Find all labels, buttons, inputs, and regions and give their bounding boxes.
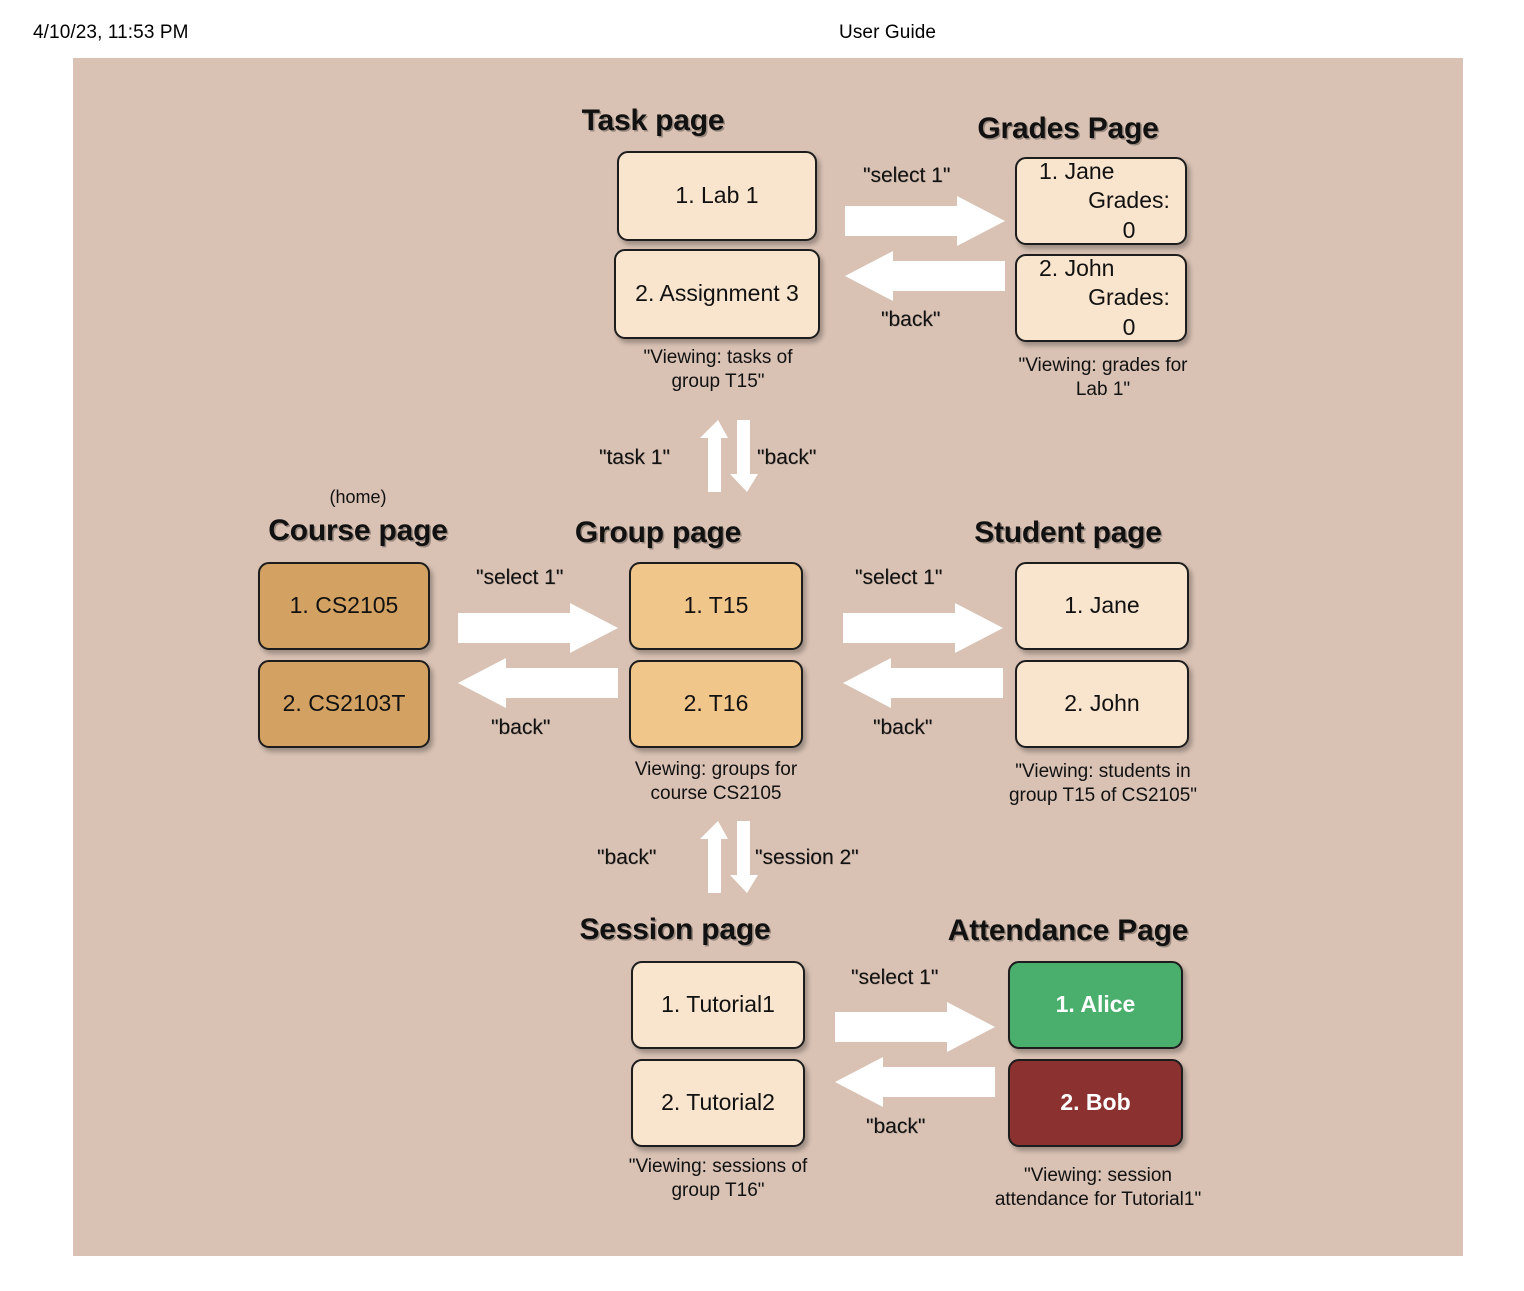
course-item-cs2103t-label: 2. CS2103T: [282, 690, 406, 717]
task-page-caption: "Viewing: tasks of group T15": [643, 347, 793, 392]
session-item-tutorial1-label: 1. Tutorial1: [661, 991, 775, 1018]
label-group-to-task-up: "task 1": [599, 446, 670, 469]
task-item-lab1[interactable]: 1. Lab 1: [617, 151, 817, 241]
label-course-to-group-select: "select 1": [476, 566, 564, 589]
navigation-diagram-panel: Task page 1. Lab 1 2. Assignment 3 "View…: [73, 58, 1463, 1256]
print-date: 4/10/23, 11:53 PM: [33, 22, 189, 43]
arrow-session-to-group-vertical-icon: [700, 821, 758, 893]
group-page-title: Group page: [574, 516, 742, 549]
course-item-cs2105[interactable]: 1. CS2105: [258, 562, 430, 650]
course-item-cs2105-label: 1. CS2105: [289, 592, 399, 619]
student-page-caption: "Viewing: students in group T15 of CS210…: [1008, 761, 1198, 806]
session-item-tutorial2[interactable]: 2. Tutorial2: [631, 1059, 805, 1147]
course-page-title: Course page: [268, 514, 448, 547]
task-page-title: Task page: [581, 104, 725, 137]
student-item-jane[interactable]: 1. Jane: [1015, 562, 1189, 650]
grades-item-jane[interactable]: 1. Jane Grades: 0: [1015, 157, 1187, 245]
group-item-t15-label: 1. T15: [683, 592, 749, 619]
document-title: User Guide: [839, 22, 937, 43]
group-page-caption: Viewing: groups for course CS2105: [634, 759, 798, 804]
label-group-to-student-select: "select 1": [855, 566, 943, 589]
print-page: 4/10/23, 11:53 PM User Guide Task page 1…: [0, 0, 1524, 1291]
grades-page-caption: "Viewing: grades for Lab 1": [1018, 355, 1188, 400]
label-session-to-attendance-select: "select 1": [851, 966, 939, 989]
session-item-tutorial1[interactable]: 1. Tutorial1: [631, 961, 805, 1049]
grades-item-john-score: Grades: 0: [1088, 284, 1170, 340]
student-page-title: Student page: [974, 516, 1162, 549]
course-item-cs2103t[interactable]: 2. CS2103T: [258, 660, 430, 748]
course-page-home-label: (home): [329, 487, 387, 507]
grades-page-title: Grades Page: [977, 112, 1159, 145]
label-task-to-grades-select: "select 1": [863, 164, 951, 187]
group-item-t16[interactable]: 2. T16: [629, 660, 803, 748]
session-page-caption: "Viewing: sessions of group T16": [628, 1156, 808, 1201]
arrow-task-to-grades-icon: [845, 196, 1005, 301]
label-group-to-session-down: "session 2": [755, 846, 859, 869]
attendance-item-bob[interactable]: 2. Bob: [1008, 1059, 1183, 1147]
task-item-assignment3[interactable]: 2. Assignment 3: [614, 249, 820, 339]
student-item-jane-label: 1. Jane: [1064, 592, 1140, 619]
attendance-page-caption: "Viewing: session attendance for Tutoria…: [994, 1165, 1202, 1210]
attendance-item-bob-label: 2. Bob: [1060, 1089, 1131, 1116]
grades-item-jane-score: Grades: 0: [1088, 187, 1170, 243]
task-item-assignment3-label: 2. Assignment 3: [635, 280, 799, 307]
group-item-t15[interactable]: 1. T15: [629, 562, 803, 650]
arrow-session-to-attendance-icon: [835, 1002, 995, 1107]
label-grades-to-task-back: "back": [881, 308, 941, 331]
grades-item-john-name: 2. John: [1039, 254, 1115, 281]
arrow-group-to-student-icon: [843, 603, 1003, 708]
label-attendance-to-session-back: "back": [866, 1115, 926, 1138]
label-session-to-group-up: "back": [597, 846, 657, 869]
grades-item-jane-name: 1. Jane: [1039, 157, 1115, 184]
student-item-john[interactable]: 2. John: [1015, 660, 1189, 748]
task-item-lab1-label: 1. Lab 1: [675, 182, 759, 209]
group-item-t16-label: 2. T16: [683, 690, 749, 717]
attendance-item-alice-label: 1. Alice: [1055, 991, 1136, 1018]
session-page-title: Session page: [579, 913, 771, 946]
student-item-john-label: 2. John: [1064, 690, 1140, 717]
attendance-page-title: Attendance Page: [947, 914, 1189, 947]
session-item-tutorial2-label: 2. Tutorial2: [661, 1089, 775, 1116]
label-task-to-group-down: "back": [757, 446, 817, 469]
attendance-item-alice[interactable]: 1. Alice: [1008, 961, 1183, 1049]
arrow-course-to-group-icon: [458, 603, 618, 708]
label-group-to-course-back: "back": [491, 716, 551, 739]
grades-item-john[interactable]: 2. John Grades: 0: [1015, 254, 1187, 342]
arrow-group-to-task-vertical-icon: [700, 420, 758, 492]
label-student-to-group-back: "back": [873, 716, 933, 739]
